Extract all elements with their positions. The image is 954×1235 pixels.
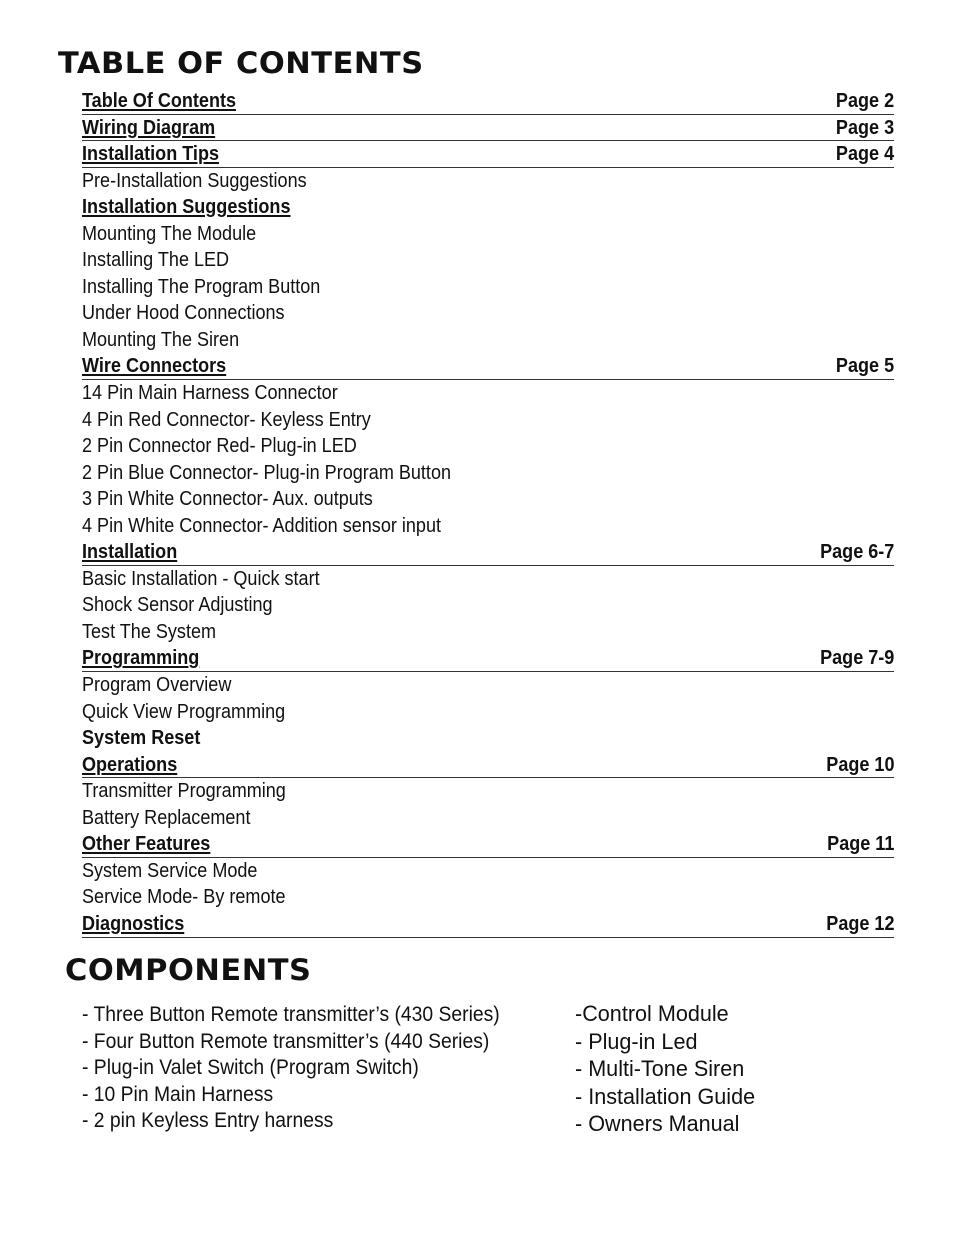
toc-entry-label: Transmitter Programming (82, 779, 286, 803)
toc-page-number: Page 5 (835, 354, 894, 378)
table-of-contents: Table Of Contents Page 2 Wiring Diagram Pag… (82, 88, 894, 938)
toc-entry-label: 2 Pin Blue Connector- Plug-in Program Bu… (82, 460, 452, 484)
toc-entry-label: Wire Connectors (82, 354, 227, 378)
component-item: - Multi-Tone Siren (575, 1056, 745, 1081)
toc-entry-label: Mounting The Module (82, 221, 257, 245)
toc-entry-label: Program Overview (82, 673, 232, 697)
toc-page-number: Page 11 (826, 832, 894, 856)
toc-entry-row: Transmitter Programming (82, 778, 894, 805)
component-item: - Owners Manual (575, 1111, 740, 1136)
toc-entry-label: Programming (82, 646, 200, 670)
toc-section-row: Table Of Contents Page 2 (82, 88, 894, 115)
toc-entry-row: Quick View Programming (82, 699, 894, 726)
toc-entry-row: Pre-Installation Suggestions (82, 168, 894, 195)
toc-entry-label: Service Mode- By remote (82, 885, 286, 909)
component-item: - Plug-in Led (575, 1028, 698, 1054)
toc-page-number: Page 7-9 (819, 646, 894, 670)
toc-entry-row: Mounting The Module (82, 221, 894, 248)
toc-entry-label: Test The System (82, 619, 217, 643)
toc-entry-row: Service Mode- By remote (82, 884, 894, 911)
toc-entry-label: Installation (82, 540, 178, 564)
toc-entry-label: Other Features (82, 832, 211, 856)
toc-entry-label: System Reset (82, 726, 201, 750)
toc-entry-label: 4 Pin White Connector- Addition sensor i… (82, 513, 441, 537)
toc-section-row: Programming Page 7-9 (82, 645, 894, 673)
toc-page-number: Page 6-7 (819, 540, 894, 564)
toc-entry-row: Program Overview (82, 672, 894, 699)
toc-entry-row: Basic Installation - Quick start (82, 566, 894, 593)
toc-entry-label: Mounting The Siren (82, 327, 240, 351)
component-item: - Four Button Remote transmitter’s (440 … (82, 1029, 490, 1053)
toc-entry-label: 14 Pin Main Harness Connector (82, 381, 338, 405)
toc-page-number: Page 10 (825, 752, 894, 776)
toc-section-row: Diagnostics Page 12 (82, 911, 894, 938)
toc-section-row: Wiring Diagram Page 3 (82, 115, 894, 142)
toc-entry-row: 14 Pin Main Harness Connector (82, 380, 894, 407)
component-item: - 10 Pin Main Harness (82, 1082, 274, 1106)
toc-entry-label: Quick View Programming (82, 699, 286, 723)
toc-entry-label: Wiring Diagram (82, 115, 216, 139)
toc-entry-row: Battery Replacement (82, 805, 894, 832)
toc-section-row: Installation Tips Page 4 (82, 141, 894, 168)
toc-entry-row: 2 Pin Blue Connector- Plug-in Program Bu… (82, 460, 894, 487)
toc-entry-label: Under Hood Connections (82, 301, 285, 325)
toc-heading: TABLE OF CONTENTS (58, 46, 424, 80)
toc-entry-label: Operations (82, 752, 178, 776)
toc-entry-row: Installing The Program Button (82, 274, 894, 301)
components-heading: COMPONENTS (65, 953, 312, 987)
component-item: - Plug-in Valet Switch (Program Switch) (82, 1056, 419, 1079)
toc-page-number: Page 3 (835, 115, 894, 139)
toc-entry-label: System Service Mode (82, 858, 258, 882)
toc-entry-label: 2 Pin Connector Red- Plug-in LED (82, 434, 357, 458)
toc-page-number: Page 4 (835, 142, 894, 166)
toc-section-row: Operations Page 10 (82, 752, 894, 779)
components-list-left: - Three Button Remote transmitter’s (430… (82, 1002, 536, 1135)
component-item: - Installation Guide (575, 1083, 756, 1109)
toc-entry-row: 2 Pin Connector Red- Plug-in LED (82, 433, 894, 460)
component-item: -Control Module (575, 1001, 729, 1026)
toc-entry-row: System Reset (82, 725, 894, 752)
toc-entry-label: Shock Sensor Adjusting (82, 593, 273, 617)
toc-entry-label: Installing The Program Button (82, 274, 321, 298)
toc-entry-row: Mounting The Siren (82, 327, 894, 354)
toc-page-number: Page 2 (835, 89, 894, 112)
toc-entry-row: 4 Pin Red Connector- Keyless Entry (82, 407, 894, 434)
toc-section-row: Wire Connectors Page 5 (82, 353, 894, 381)
toc-entry-row: Under Hood Connections (82, 300, 894, 327)
toc-entry-label: Basic Installation - Quick start (82, 566, 320, 590)
toc-entry-label: Installing The LED (82, 248, 230, 272)
toc-entry-label: Installation Suggestions (82, 195, 291, 219)
toc-section-row: Other Features Page 11 (82, 831, 894, 858)
toc-entry-label: Pre-Installation Suggestions (82, 168, 307, 192)
components-list-right: -Control Module - Plug-in Led - Multi-Tone… (575, 1000, 763, 1138)
toc-entry-row: Installing The LED (82, 247, 894, 274)
toc-entry-label: Table Of Contents (82, 89, 237, 112)
toc-section-row: Installation Page 6-7 (82, 539, 894, 566)
toc-entry-row: Installation Suggestions (82, 194, 894, 221)
toc-entry-row: 3 Pin White Connector- Aux. outputs (82, 486, 894, 513)
toc-entry-label: Diagnostics (82, 911, 185, 935)
toc-page-number: Page 12 (825, 911, 894, 935)
component-item: - Three Button Remote transmitter’s (430… (82, 1003, 500, 1026)
toc-entry-row: Test The System (82, 619, 894, 646)
toc-entry-row: System Service Mode (82, 858, 894, 885)
toc-entry-label: 3 Pin White Connector- Aux. outputs (82, 487, 373, 511)
toc-entry-label: Battery Replacement (82, 805, 251, 829)
toc-entry-row: 4 Pin White Connector- Addition sensor i… (82, 513, 894, 540)
toc-entry-row: Shock Sensor Adjusting (82, 592, 894, 619)
toc-entry-label: 4 Pin Red Connector- Keyless Entry (82, 407, 371, 431)
component-item: - 2 pin Keyless Entry harness (82, 1109, 334, 1132)
toc-entry-label: Installation Tips (82, 142, 219, 166)
